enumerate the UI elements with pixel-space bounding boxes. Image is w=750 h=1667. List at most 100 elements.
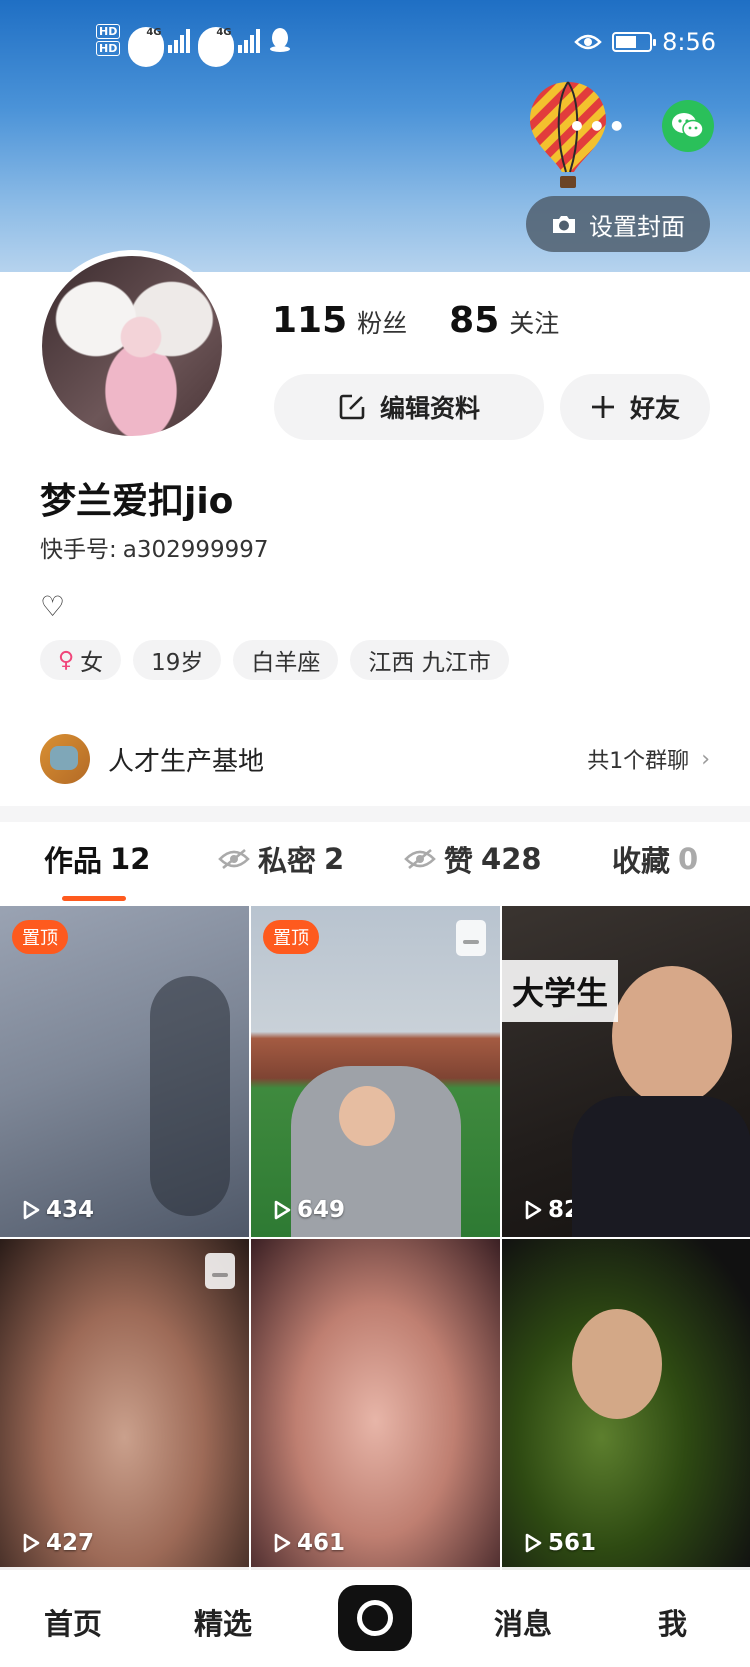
more-options-icon[interactable]: ••• [568,110,628,143]
play-count-value: 461 [297,1530,346,1556]
status-right: 8:56 [574,28,716,56]
play-icon [525,1533,542,1553]
eye-hidden-icon [218,848,250,870]
tab-works[interactable]: 作品 12 [44,838,150,880]
avatar-image [42,256,222,436]
play-icon [274,1200,291,1220]
play-count-value: 827 [548,1197,597,1223]
nav-messages[interactable]: 消息 [494,1601,552,1643]
add-friend-label: 好友 [629,394,680,423]
tab-favorites-label: 收藏 [612,844,671,878]
kuaishou-id-value: a302999997 [122,537,269,563]
signal-2-icon: 4G [198,27,261,67]
set-cover-label: 设置封面 [589,212,685,241]
play-count: 461 [273,1530,345,1556]
nav-featured[interactable]: 精选 [194,1601,252,1643]
pinned-badge: 置顶 [12,920,68,954]
kuaishou-id-label: 快手号: [40,537,117,563]
video-thumbnail[interactable]: 561 [502,1239,750,1570]
followers-label: 粉丝 [357,309,408,338]
status-time: 8:56 [662,28,716,56]
nickname: 梦兰爱扣jio [40,481,234,522]
play-icon [23,1200,40,1220]
status-bar: HD HD 4G 4G 8:56 [0,22,750,72]
gender-label: 女 [80,650,104,676]
play-count: 827 [524,1197,596,1223]
camera-icon [553,216,575,233]
video-thumbnail[interactable]: 大学生 827 [502,906,750,1237]
play-icon [525,1200,542,1220]
gender-tag: ♀ 女 [40,640,122,680]
play-count: 434 [22,1197,94,1223]
group-chat-row[interactable]: 人才生产基地 共1个群聊 › [40,734,710,784]
camera-shutter-icon [357,1600,393,1636]
set-cover-button[interactable]: 设置封面 [526,196,710,252]
edit-icon [339,394,365,420]
play-count: 649 [273,1197,345,1223]
hd-label-2: HD [96,41,121,56]
profile-tabs: 作品 12 私密 2 赞 428 收藏 0 [0,838,750,901]
group-name: 人才生产基地 [108,746,265,777]
wechat-icon [672,113,704,139]
tab-private[interactable]: 私密 2 [218,838,344,880]
tab-private-label: 私密 [258,844,317,878]
followers-count: 115 [272,300,348,341]
section-divider [0,806,750,822]
wechat-share-button[interactable] [662,100,714,152]
age-tag: 19岁 [133,640,222,680]
play-count-value: 649 [297,1197,346,1223]
hd-label-1: HD [96,24,121,39]
video-thumbnail[interactable]: 置顶 434 [0,906,249,1237]
video-thumbnail[interactable]: 461 [251,1239,500,1570]
following-stat[interactable]: 85 关注 [449,300,559,341]
chevron-right-icon: › [701,746,710,772]
profile-tags: ♀ 女 19岁 白羊座 江西 九江市 [40,640,509,680]
tab-likes-label: 赞 [444,844,474,878]
eye-icon [574,34,602,50]
kuaishou-id[interactable]: 快手号: a302999997 [40,530,269,564]
bottom-nav: 首页 精选 消息 我 [0,1567,750,1667]
video-caption: 大学生 [502,960,619,1022]
hd-indicators: HD HD [96,24,121,56]
followers-stat[interactable]: 115 粉丝 [272,300,407,341]
edit-profile-button[interactable]: 编辑资料 [274,374,544,440]
video-thumbnail[interactable]: 427 [0,1239,249,1570]
tab-works-label: 作品 [44,844,103,878]
tab-private-count: 2 [324,842,345,876]
battery-icon [612,32,657,52]
play-icon [23,1533,40,1553]
group-avatar [40,734,90,784]
location-tag: 江西 九江市 [350,640,509,680]
tab-favorites-count: 0 [678,842,699,876]
video-thumbnail[interactable]: 置顶 649 [251,906,500,1237]
female-icon: ♀ [58,647,75,673]
zodiac-tag: 白羊座 [233,640,339,680]
tab-favorites[interactable]: 收藏 0 [612,838,698,880]
shoot-button[interactable] [338,1585,412,1651]
avatar[interactable] [36,250,228,442]
play-count-value: 434 [46,1197,95,1223]
following-count: 85 [449,300,500,341]
play-count-value: 561 [548,1530,597,1556]
tab-likes-count: 428 [481,842,542,876]
play-count: 561 [524,1530,596,1556]
edit-profile-label: 编辑资料 [379,394,480,423]
plus-icon [591,396,614,418]
nav-home[interactable]: 首页 [44,1601,102,1643]
tab-works-count: 12 [110,842,151,876]
signal-1-icon: 4G [128,27,191,67]
add-friend-button[interactable]: 好友 [560,374,710,440]
play-count: 427 [22,1530,94,1556]
profile-stats: 115 粉丝 85 关注 [272,300,559,341]
profile-bio: ♡ [40,590,66,623]
album-icon [456,920,486,956]
group-count: 共1个群聊 › [587,743,710,775]
qq-icon [270,28,291,52]
eye-hidden-icon [404,848,436,870]
album-icon [205,1253,235,1289]
pinned-badge: 置顶 [263,920,319,954]
nav-me[interactable]: 我 [658,1601,687,1643]
status-left: HD HD 4G 4G [96,24,292,67]
tab-likes[interactable]: 赞 428 [404,838,542,880]
video-grid: 置顶 434 置顶 649 大学生 827 427 461 561 [0,906,750,1570]
